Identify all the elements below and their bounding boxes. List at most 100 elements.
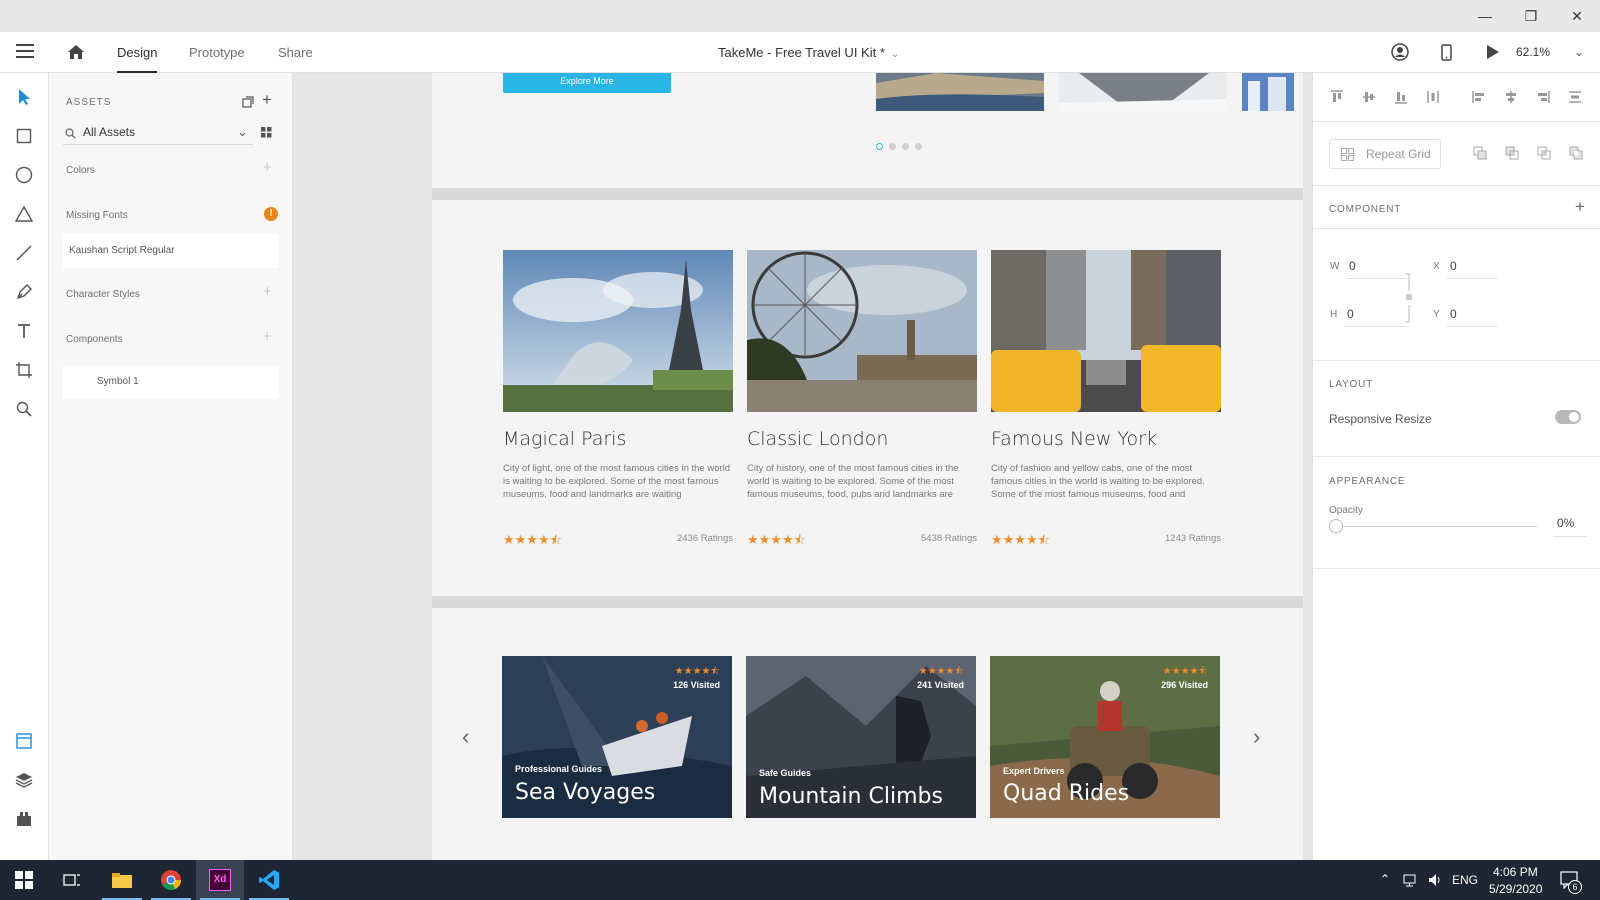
minimize-button[interactable]: —: [1462, 0, 1508, 32]
opacity-value[interactable]: 0%: [1557, 516, 1574, 530]
assets-header: ASSETS: [66, 97, 112, 108]
add-character-style-icon[interactable]: +: [263, 283, 272, 300]
clock-date[interactable]: 5/29/2020: [1489, 882, 1542, 896]
document-title[interactable]: TakeMe - Free Travel UI Kit * ⌄: [718, 32, 899, 73]
carousel-prev-arrow-icon[interactable]: ‹: [462, 724, 469, 750]
opacity-slider-track[interactable]: [1337, 526, 1537, 527]
system-tray-chevron-icon[interactable]: ⌃: [1380, 872, 1390, 886]
tour-card[interactable]: ★★★★⯪ 241 Visited Safe Guides Mountain C…: [746, 656, 976, 818]
plugins-panel-icon[interactable]: [14, 809, 34, 829]
assets-search-field[interactable]: All Assets: [63, 121, 253, 145]
line-tool-icon[interactable]: [14, 243, 34, 263]
text-tool-icon[interactable]: [14, 321, 34, 341]
tab-prototype[interactable]: Prototype: [189, 32, 245, 73]
close-window-button[interactable]: ✕: [1554, 0, 1600, 32]
volume-icon[interactable]: [1427, 872, 1443, 888]
carousel-next-arrow-icon[interactable]: ›: [1253, 724, 1260, 750]
language-indicator[interactable]: ENG: [1452, 873, 1478, 887]
window-titlebar: — ❐ ✕: [0, 0, 1600, 32]
slide-thumbnail-image[interactable]: [1059, 73, 1227, 111]
adobe-xd-icon[interactable]: Xd: [196, 860, 244, 900]
destination-card[interactable]: Famous New York City of fashion and yell…: [991, 250, 1221, 547]
task-view-icon[interactable]: [48, 860, 96, 900]
card-rating: ★★★★⯪ 2436 Ratings: [503, 531, 733, 547]
hamburger-menu-icon[interactable]: [16, 44, 34, 60]
collapse-panel-icon[interactable]: [242, 95, 254, 113]
x-field[interactable]: 0: [1450, 259, 1457, 273]
carousel-dot[interactable]: [876, 143, 883, 150]
distribute-horizontal-icon[interactable]: [1567, 89, 1583, 105]
component-item[interactable]: Symbol 1: [63, 365, 279, 399]
file-explorer-icon[interactable]: [98, 860, 146, 900]
add-asset-icon[interactable]: +: [262, 90, 272, 110]
tab-share[interactable]: Share: [278, 32, 313, 73]
align-middle-icon[interactable]: [1361, 89, 1377, 105]
windows-start-icon[interactable]: [0, 860, 48, 900]
home-icon[interactable]: [66, 42, 86, 62]
zoom-chevron-down-icon[interactable]: ⌄: [1574, 32, 1584, 73]
user-share-icon[interactable]: [1390, 42, 1410, 62]
slide-thumbnail-image[interactable]: [1242, 73, 1294, 111]
chrome-icon[interactable]: [147, 860, 195, 900]
align-center-icon[interactable]: [1503, 89, 1519, 105]
carousel-dot[interactable]: [902, 143, 909, 150]
opacity-field-underline: [1553, 536, 1587, 537]
restore-button[interactable]: ❐: [1508, 0, 1554, 32]
select-tool-icon[interactable]: [14, 87, 34, 107]
vscode-icon[interactable]: [245, 860, 293, 900]
add-color-icon[interactable]: +: [263, 159, 272, 176]
add-boolean-icon[interactable]: [1473, 146, 1487, 160]
tour-subtitle: Professional Guides: [515, 764, 603, 774]
responsive-resize-toggle[interactable]: [1555, 410, 1581, 424]
height-field[interactable]: 0: [1347, 307, 1354, 321]
network-icon[interactable]: [1403, 872, 1419, 888]
repeat-grid-button[interactable]: Repeat Grid: [1329, 139, 1441, 169]
exclude-boolean-icon[interactable]: [1569, 146, 1583, 160]
artboard-tool-icon[interactable]: [14, 360, 34, 380]
components-section-label: Components: [66, 334, 123, 345]
lock-aspect-icon[interactable]: [1403, 273, 1413, 323]
explore-more-button[interactable]: Explore More: [503, 73, 671, 93]
assets-panel-icon[interactable]: [14, 731, 34, 751]
carousel-dot[interactable]: [915, 143, 922, 150]
align-left-icon[interactable]: [1471, 89, 1487, 105]
y-field[interactable]: 0: [1450, 307, 1457, 321]
card-title: Classic London: [747, 428, 889, 450]
tour-card[interactable]: ★★★★⯪ 126 Visited Professional Guides Se…: [502, 656, 732, 818]
align-top-icon[interactable]: [1329, 89, 1345, 105]
align-bottom-icon[interactable]: [1393, 89, 1409, 105]
opacity-slider-handle[interactable]: [1329, 519, 1343, 533]
slide-thumbnail-image[interactable]: [876, 73, 1044, 111]
card-description: City of history, one of the most famous …: [747, 463, 959, 500]
tab-design[interactable]: Design: [117, 32, 158, 73]
subtract-boolean-icon[interactable]: [1505, 146, 1519, 160]
rectangle-tool-icon[interactable]: [14, 126, 34, 146]
filter-chevron-down-icon[interactable]: ⌄: [237, 124, 248, 140]
missing-font-item[interactable]: Kaushan Script Regular: [63, 234, 279, 268]
pen-tool-icon[interactable]: [14, 282, 34, 302]
distribute-vertical-icon[interactable]: [1425, 89, 1441, 105]
layers-panel-icon[interactable]: [14, 770, 34, 790]
add-component-icon[interactable]: +: [263, 328, 272, 345]
ellipse-tool-icon[interactable]: [14, 165, 34, 185]
zoom-tool-icon[interactable]: [14, 399, 34, 419]
tour-card[interactable]: ★★★★⯪ 296 Visited Expert Drivers Quad Ri…: [990, 656, 1220, 818]
star-rating-icon: ★★★★⯪: [991, 532, 1050, 547]
intersect-boolean-icon[interactable]: [1537, 146, 1551, 160]
zoom-level[interactable]: 62.1%: [1516, 32, 1550, 73]
warning-icon: !: [264, 207, 278, 221]
play-preview-icon[interactable]: [1482, 42, 1502, 62]
design-canvas[interactable]: Explore More Magical Paris City of light…: [293, 73, 1312, 860]
add-component-icon[interactable]: +: [1575, 197, 1585, 217]
width-field[interactable]: 0: [1349, 259, 1356, 273]
align-right-icon[interactable]: [1535, 89, 1551, 105]
clock-time[interactable]: 4:06 PM: [1493, 865, 1538, 879]
destination-card[interactable]: Classic London City of history, one of t…: [747, 250, 977, 547]
destination-card[interactable]: Magical Paris City of light, one of the …: [503, 250, 733, 547]
polygon-tool-icon[interactable]: [14, 204, 34, 224]
artboard[interactable]: Explore More Magical Paris City of light…: [432, 73, 1303, 860]
grid-view-icon[interactable]: [261, 125, 272, 143]
appearance-section-label: APPEARANCE: [1329, 476, 1406, 487]
mobile-preview-icon[interactable]: [1436, 42, 1456, 62]
carousel-dot[interactable]: [889, 143, 896, 150]
